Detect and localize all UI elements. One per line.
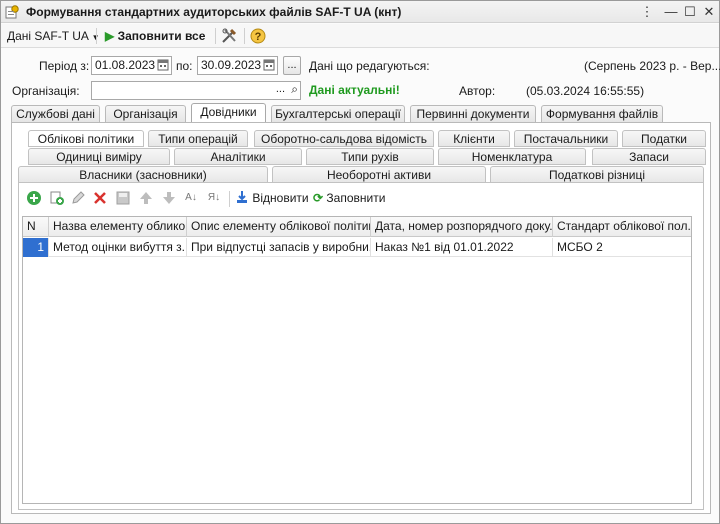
author-label: Автор: xyxy=(459,84,496,98)
status-text: Дані актуальні! xyxy=(309,83,400,97)
move-up-icon[interactable] xyxy=(138,190,154,206)
tools-icon[interactable] xyxy=(221,28,239,44)
move-down-icon[interactable] xyxy=(161,190,177,206)
toolbar-separator xyxy=(215,28,216,44)
sort-descending-icon[interactable]: Я↓ xyxy=(206,190,222,206)
fill-label: Заповнити xyxy=(326,191,386,205)
refresh-icon: ⟳ xyxy=(313,191,324,205)
play-icon: ▶ xyxy=(105,29,115,43)
help-icon[interactable]: ? xyxy=(250,28,266,44)
copy-icon[interactable] xyxy=(49,190,65,206)
column-header-n[interactable]: N xyxy=(23,217,49,237)
tab-organization[interactable]: Організація xyxy=(105,105,186,123)
data-menu-label: Дані SAF-T UA xyxy=(7,29,89,43)
organization-label: Організація: xyxy=(12,84,80,98)
subtab-suppliers[interactable]: Постачальники xyxy=(514,130,618,147)
subtab-accounting-policies[interactable]: Облікові політики xyxy=(28,130,144,147)
edit-icon[interactable] xyxy=(70,190,86,206)
fill-all-button[interactable]: ▶ Заповнити все xyxy=(105,27,205,45)
toolbar-separator xyxy=(96,28,97,44)
column-header-document[interactable]: Дата, номер розпорядчого доку... xyxy=(371,217,553,237)
restore-label: Відновити xyxy=(252,191,309,205)
author-value: (05.03.2024 16:55:55) xyxy=(526,84,645,98)
maximize-icon[interactable]: ☐ xyxy=(682,4,698,20)
save-icon[interactable] xyxy=(115,190,131,206)
subtab-taxes[interactable]: Податки xyxy=(622,130,706,147)
subtab-nomenclature[interactable]: Номенклатура xyxy=(438,148,586,165)
tab-accounting-operations[interactable]: Бухгалтерські операції xyxy=(271,105,405,123)
directories-panel: Облікові політики Типи операцій Оборотно… xyxy=(11,122,711,514)
accounting-policies-panel: A↓ Я↓ Відновити ⟳ Заповнити N Назва елем… xyxy=(18,182,704,510)
organization-select-button[interactable]: ... xyxy=(276,81,285,98)
table-header: N Назва елементу облико... Опис елементу… xyxy=(23,217,691,237)
title-bar: Формування стандартних аудиторських файл… xyxy=(1,1,719,23)
date-to-value: 30.09.2023 xyxy=(201,58,262,72)
restore-icon xyxy=(237,191,247,203)
search-icon[interactable]: ⌕ xyxy=(291,81,298,98)
app-icon xyxy=(5,5,19,19)
date-from-value: 01.08.2023 xyxy=(95,58,156,72)
tab-service-data[interactable]: Службові дані xyxy=(11,105,100,123)
date-from-field[interactable]: 01.08.2023 xyxy=(91,56,172,75)
fill-all-label: Заповнити все xyxy=(117,29,206,43)
table-row[interactable]: 1 Метод оцінки вибуття з... При відпустц… xyxy=(23,238,691,257)
tab-primary-documents[interactable]: Первинні документи xyxy=(410,105,536,123)
data-menu-button[interactable]: Дані SAF-T UA ▼ xyxy=(7,27,99,45)
cell-document[interactable]: Наказ №1 від 01.01.2022 xyxy=(371,238,553,257)
add-icon[interactable] xyxy=(26,190,42,206)
toolbar-separator xyxy=(244,28,245,44)
subtab-owners[interactable]: Власники (засновники) xyxy=(18,166,268,183)
organization-field[interactable]: ... ⌕ xyxy=(91,81,301,100)
svg-text:?: ? xyxy=(255,31,262,43)
tab-file-generation[interactable]: Формування файлів xyxy=(541,105,663,123)
editing-label: Дані що редагуються: xyxy=(309,59,430,73)
subtab-movement-types[interactable]: Типи рухів xyxy=(306,148,434,165)
cell-n[interactable]: 1 xyxy=(23,238,49,257)
calendar-icon[interactable] xyxy=(157,59,169,71)
editing-value: (Серпень 2023 р. - Вер... xyxy=(584,59,720,73)
subtab-fixed-assets[interactable]: Необоротні активи xyxy=(272,166,486,183)
column-header-standard[interactable]: Стандарт облікової пол... xyxy=(553,217,691,237)
tab-directories[interactable]: Довідники xyxy=(191,103,266,123)
column-header-description[interactable]: Опис елементу облікової політики xyxy=(187,217,371,237)
window-title: Формування стандартних аудиторських файл… xyxy=(26,5,402,19)
toolbar-separator xyxy=(229,191,230,207)
accounting-policies-table: N Назва елементу облико... Опис елементу… xyxy=(22,216,692,504)
period-label: Період з: xyxy=(39,59,90,73)
calendar-icon[interactable] xyxy=(263,59,275,71)
subtab-analytics[interactable]: Аналітики xyxy=(174,148,302,165)
more-icon[interactable]: ⋮ xyxy=(639,4,655,20)
cell-standard[interactable]: МСБО 2 xyxy=(553,238,691,257)
cell-description[interactable]: При відпустці запасів у виробни... xyxy=(187,238,371,257)
fill-button[interactable]: ⟳ Заповнити xyxy=(313,189,385,207)
restore-button[interactable]: Відновити xyxy=(235,189,309,207)
cell-name[interactable]: Метод оцінки вибуття з... xyxy=(49,238,187,257)
table-toolbar: A↓ Я↓ Відновити ⟳ Заповнити xyxy=(19,187,703,209)
toolbar: Дані SAF-T UA ▼ ▶ Заповнити все ? xyxy=(1,24,719,48)
subtab-operation-types[interactable]: Типи операцій xyxy=(148,130,248,147)
period-select-button[interactable]: ... xyxy=(283,56,301,75)
subtab-units[interactable]: Одиниці виміру xyxy=(28,148,170,165)
date-to-field[interactable]: 30.09.2023 xyxy=(197,56,278,75)
to-label: по: xyxy=(176,59,193,73)
minimize-icon[interactable]: — xyxy=(663,4,679,20)
column-header-name[interactable]: Назва елементу облико... xyxy=(49,217,187,237)
sort-ascending-icon[interactable]: A↓ xyxy=(183,190,199,206)
subtab-trial-balance[interactable]: Оборотно-сальдова відомість xyxy=(254,130,434,147)
subtab-clients[interactable]: Клієнти xyxy=(438,130,510,147)
subtab-inventory[interactable]: Запаси xyxy=(592,148,706,165)
app-window: Формування стандартних аудиторських файл… xyxy=(0,0,720,524)
close-icon[interactable]: ✕ xyxy=(701,4,717,20)
subtab-tax-differences[interactable]: Податкові різниці xyxy=(490,166,704,183)
delete-icon[interactable] xyxy=(92,190,108,206)
